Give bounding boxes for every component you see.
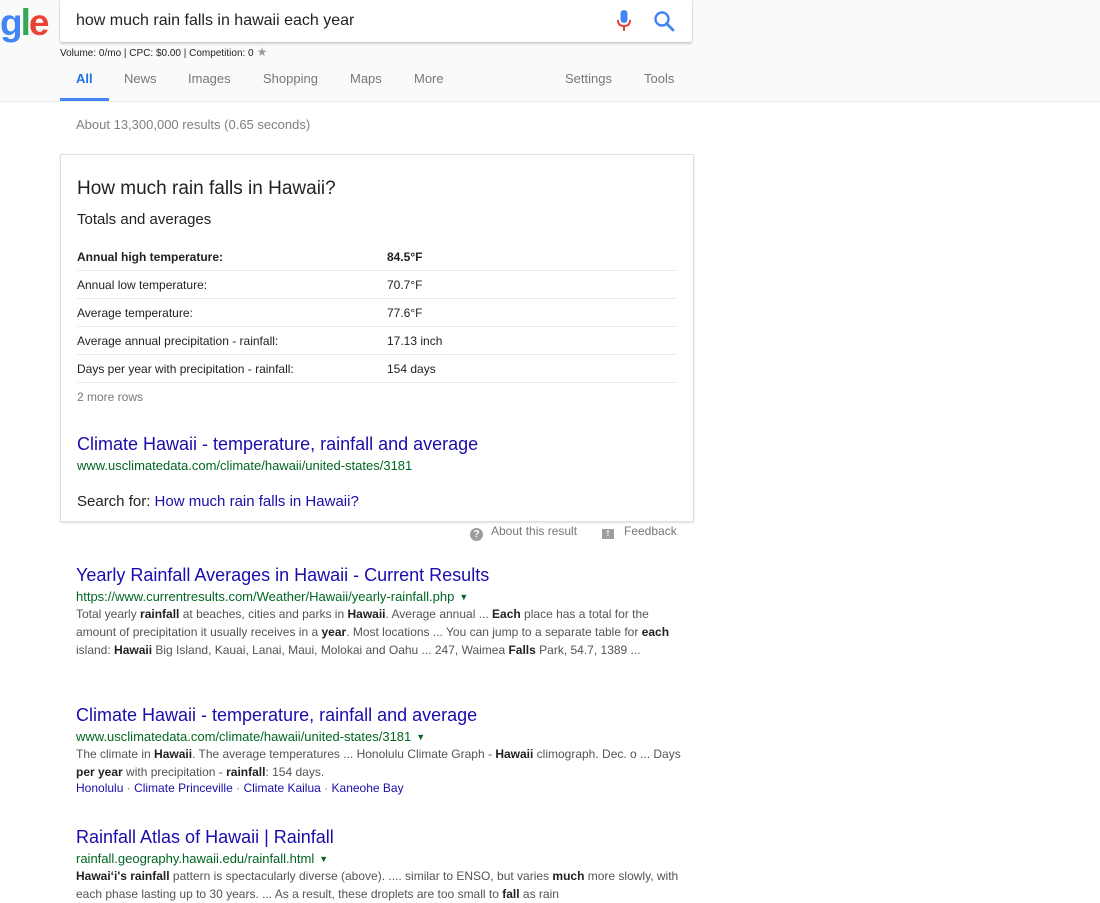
fact-key: Annual high temperature: <box>77 250 224 264</box>
search-result: Rainfall Atlas of Hawaii | Rainfall rain… <box>76 827 686 903</box>
tab-settings[interactable]: Settings <box>565 71 612 101</box>
tab-images[interactable]: Images <box>188 71 231 101</box>
result-title-link[interactable]: Climate Hawaii - temperature, rainfall a… <box>76 705 686 726</box>
fact-key: Average annual precipitation - rainfall: <box>77 334 279 348</box>
result-url-text: www.usclimatedata.com/climate/hawaii/uni… <box>76 729 412 744</box>
result-url: www.usclimatedata.com/climate/hawaii/uni… <box>76 729 686 744</box>
result-sitelinks: Honolulu · Climate Princeville · Climate… <box>76 781 404 795</box>
featured-subtitle: Totals and averages <box>77 211 212 228</box>
search-for: Search for: How much rain falls in Hawai… <box>77 493 359 510</box>
question-circle-icon: ? <box>470 528 483 541</box>
fact-value: 154 days <box>387 362 436 376</box>
result-snippet: Total yearly rainfall at beaches, cities… <box>76 607 670 657</box>
result-url: https://www.currentresults.com/Weather/H… <box>76 589 686 604</box>
search-input[interactable]: how much rain falls in hawaii each year <box>76 12 354 30</box>
result-url-text: https://www.currentresults.com/Weather/H… <box>76 589 455 604</box>
search-result: Climate Hawaii - temperature, rainfall a… <box>76 705 686 795</box>
featured-snippet: How much rain falls in Hawaii? Totals an… <box>60 154 694 522</box>
caret-down-icon[interactable]: ▼ <box>416 732 425 742</box>
table-row: Annual high temperature: 84.5°F <box>77 243 677 271</box>
featured-source-url: www.usclimatedata.com/climate/hawaii/uni… <box>77 458 413 473</box>
header: gle how much rain falls in hawaii each y… <box>0 0 1100 102</box>
about-this-result[interactable]: ? About this result <box>470 524 577 541</box>
fact-value: 77.6°F <box>387 306 423 320</box>
microphone-icon[interactable] <box>617 10 631 32</box>
facts-table: Annual high temperature: 84.5°F Annual l… <box>77 243 677 383</box>
fact-value: 17.13 inch <box>387 334 443 348</box>
result-url: rainfall.geography.hawaii.edu/rainfall.h… <box>76 851 686 866</box>
seo-stats-text: Volume: 0/mo | CPC: $0.00 | Competition:… <box>60 48 254 59</box>
search-for-link[interactable]: How much rain falls in Hawaii? <box>155 493 359 510</box>
feedback-label: Feedback <box>624 524 677 538</box>
result-snippet: Hawai‘i's rainfall pattern is spectacula… <box>76 869 679 901</box>
tab-shopping[interactable]: Shopping <box>263 71 318 101</box>
search-result: Yearly Rainfall Averages in Hawaii - Cur… <box>76 565 686 659</box>
fact-key: Days per year with precipitation - rainf… <box>77 362 294 376</box>
tab-all[interactable]: All <box>60 71 109 101</box>
google-logo[interactable]: gle <box>0 2 49 44</box>
search-box[interactable]: how much rain falls in hawaii each year <box>60 0 692 42</box>
magnifier-icon[interactable] <box>653 10 675 32</box>
sitelink-honolulu[interactable]: Honolulu <box>76 781 123 795</box>
caret-down-icon[interactable]: ▼ <box>459 592 468 602</box>
sitelink-climate-princeville[interactable]: Climate Princeville <box>134 781 233 795</box>
result-url-text: rainfall.geography.hawaii.edu/rainfall.h… <box>76 851 315 866</box>
tab-maps[interactable]: Maps <box>350 71 382 101</box>
sitelink-climate-kailua[interactable]: Climate Kailua <box>243 781 320 795</box>
star-icon[interactable]: ★ <box>257 45 268 59</box>
fact-value: 84.5°F <box>387 250 423 264</box>
tab-more[interactable]: More <box>414 71 444 101</box>
more-rows-link[interactable]: 2 more rows <box>77 390 143 404</box>
fact-value: 70.7°F <box>387 278 423 292</box>
sitelink-kaneohe-bay[interactable]: Kaneohe Bay <box>332 781 404 795</box>
table-row: Average annual precipitation - rainfall:… <box>77 327 677 355</box>
caret-down-icon[interactable]: ▼ <box>319 854 328 864</box>
table-row: Annual low temperature: 70.7°F <box>77 271 677 299</box>
featured-source-link[interactable]: Climate Hawaii - temperature, rainfall a… <box>77 434 478 455</box>
result-title-link[interactable]: Yearly Rainfall Averages in Hawaii - Cur… <box>76 565 686 586</box>
result-title-link[interactable]: Rainfall Atlas of Hawaii | Rainfall <box>76 827 686 848</box>
fact-key: Average temperature: <box>77 306 193 320</box>
result-stats: About 13,300,000 results (0.65 seconds) <box>76 117 311 132</box>
fact-key: Annual low temperature: <box>77 278 208 292</box>
seo-stats-bar: Volume: 0/mo | CPC: $0.00 | Competition:… <box>60 45 267 59</box>
tab-news[interactable]: News <box>124 71 157 101</box>
about-label: About this result <box>491 524 578 538</box>
result-snippet: The climate in Hawaii. The average tempe… <box>76 747 681 779</box>
feedback-flag-icon: ! <box>602 529 614 539</box>
table-row: Days per year with precipitation - rainf… <box>77 355 677 383</box>
featured-question: How much rain falls in Hawaii? <box>77 178 336 199</box>
search-for-label: Search for: <box>77 493 151 510</box>
table-row: Average temperature: 77.6°F <box>77 299 677 327</box>
tab-tools[interactable]: Tools <box>644 71 674 101</box>
feedback-link[interactable]: ! Feedback <box>602 524 677 539</box>
